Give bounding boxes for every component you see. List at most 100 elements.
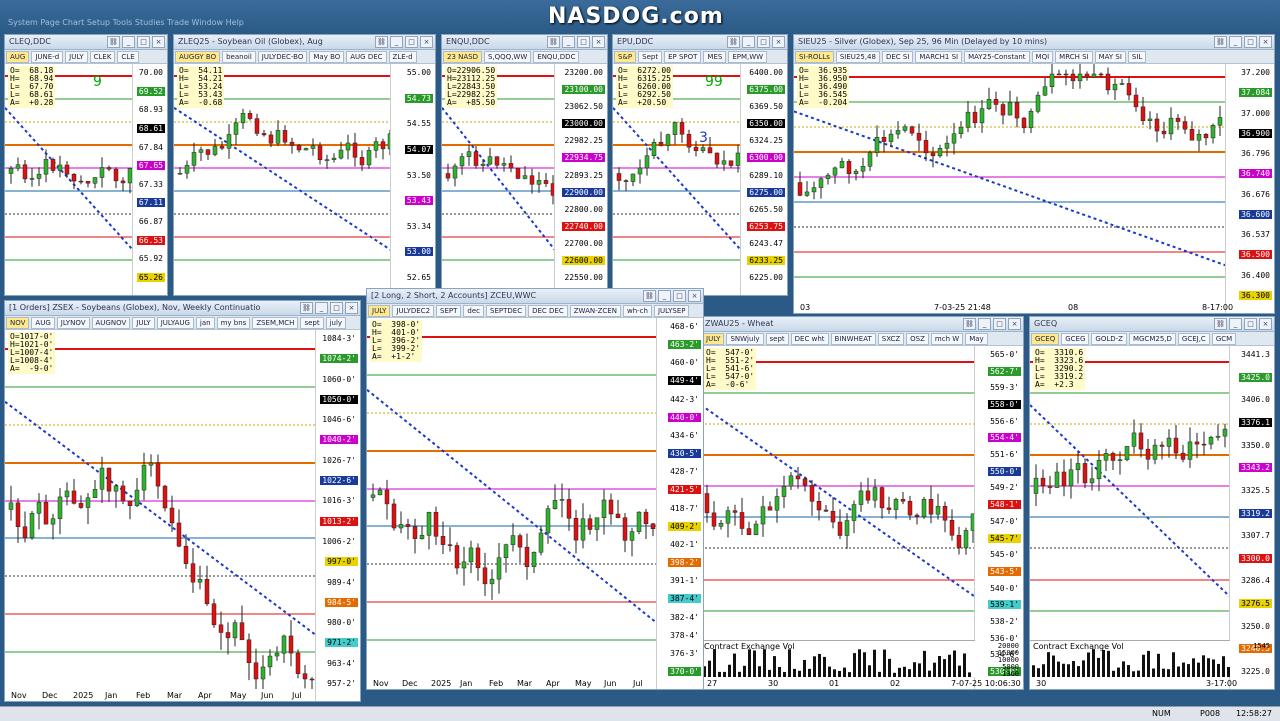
symbol-tab[interactable]: MRCH SI [1055,51,1093,63]
symbol-tab[interactable]: dec [463,305,485,317]
maximize-button[interactable]: □ [993,318,1006,330]
link-icon[interactable]: ⛓ [727,36,740,48]
symbol-tab[interactable]: JULYSEP [653,305,690,317]
price-chart[interactable]: O=1017-0' H=1021-0' L=1007-4' L=1008-4' … [5,330,360,701]
close-button[interactable]: × [772,36,785,48]
symbol-tab[interactable]: JULY [65,51,88,63]
symbol-tab[interactable]: S,QQQ,WW [484,51,532,63]
symbol-tab[interactable]: MQI [1031,51,1054,63]
maximize-button[interactable]: □ [673,290,686,302]
symbol-tab[interactable]: ZSEM,MCH [252,317,299,329]
symbol-tab[interactable]: JULYDEC-BO [257,51,308,63]
minimize-button[interactable]: _ [978,318,991,330]
symbol-tab[interactable]: EPM,WW [728,51,768,63]
symbol-tab[interactable]: MAY SI [1094,51,1126,63]
symbol-tab[interactable]: my bns [216,317,251,329]
minimize-button[interactable]: _ [390,36,403,48]
symbol-tab[interactable]: beanoil [222,51,256,63]
symbol-tab[interactable]: CLE [117,51,139,63]
link-icon[interactable]: ⛓ [963,318,976,330]
close-button[interactable]: × [688,290,701,302]
symbol-tab[interactable]: jan [195,317,215,329]
price-axis[interactable]: 468-6' 463-2' 460-0' 449-4' 442-3' 440-0' 434-… [656,318,703,689]
link-icon[interactable]: ⛓ [547,36,560,48]
candlestick-plot[interactable] [5,330,316,689]
symbol-tab[interactable]: MES [703,51,727,63]
chart-window-zleq[interactable]: ZLEQ25 - Soybean Oil (Globex), Aug ⛓ _ □ × AU… [173,34,436,296]
symbol-tab[interactable]: SIEU25,48 [835,51,880,63]
symbol-tab[interactable]: JUNE-d [31,51,64,63]
minimize-button[interactable]: _ [315,302,328,314]
chart-window-sieu[interactable]: SIEU25 - Silver (Globex), Sep 25, 96 Min… [793,34,1275,314]
close-button[interactable]: × [152,36,165,48]
symbol-tab[interactable]: SI-ROLLs [795,51,834,63]
window-title-bar[interactable]: CLEQ,DDC ⛓ _ □ × [5,35,167,50]
symbol-tab[interactable]: CLEK [89,51,116,63]
symbol-tab[interactable]: DEC DEC [528,305,568,317]
chart-window-cleq[interactable]: CLEQ,DDC ⛓ _ □ × AUG JUNE-d JULY CLEK CLE O= 68.18… [4,34,168,296]
minimize-button[interactable]: _ [658,290,671,302]
price-chart[interactable]: O= 398-0' H= 401-0' L= 396-2' L= 399-2' … [367,318,703,689]
symbol-tab[interactable]: BINWHEAT [830,333,876,345]
symbol-tab[interactable]: DEC wht [790,333,829,345]
link-icon[interactable]: ⛓ [1214,36,1227,48]
app-menu[interactable]: System Page Chart Setup Tools Studies Tr… [8,18,244,27]
price-axis[interactable]: 3441.3 3425.0 3406.0 3376.1 3350.0 3343.2 3325… [1229,346,1274,689]
close-button[interactable]: × [592,36,605,48]
price-axis[interactable]: 37.200 37.084 37.000 36.900 36.796 36.740 36.6… [1225,64,1274,313]
window-title-bar[interactable]: [1 Orders] ZSEX - Soybeans (Globex), Nov… [5,301,360,316]
symbol-tab[interactable]: JULY [702,333,725,345]
symbol-tab[interactable]: MGCM25,D [1128,333,1176,345]
symbol-tab[interactable]: S&P [614,51,637,63]
price-axis[interactable]: 55.00 54.73 54.55 54.07 53.50 53.43 53.34 53.00… [390,64,435,295]
symbol-tab[interactable]: DEC SI [881,51,914,63]
price-axis[interactable]: 23200.00 23100.00 23062.50 23000.00 22982.25… [554,64,607,295]
symbol-tab[interactable]: JULYDEC2 [392,305,435,317]
price-axis[interactable]: 1084-3' 1074-2' 1060-0' 1050-0' 1046-6' 1040-… [315,330,360,701]
symbol-tab[interactable]: mch W [930,333,964,345]
minimize-button[interactable]: _ [562,36,575,48]
symbol-tab[interactable]: GCEG [1061,333,1090,345]
symbol-tab[interactable]: SXCZ [877,333,905,345]
price-axis[interactable]: 70.00 69.52 68.93 68.61 67.84 67.65 67.33 67.11… [132,64,167,295]
chart-window-gceq[interactable]: GCEQ ⛓ _ □ × GCEQ GCEG GOLD-Z MGCM25,D GCEJ,C GCM O… [1029,316,1275,690]
symbol-tab[interactable]: wh-ch [622,305,652,317]
symbol-tab[interactable]: MARCH1 SI [915,51,963,63]
symbol-tab[interactable]: ZWAN-ZCEN [569,305,621,317]
symbol-tab[interactable]: SNWjuly [726,333,764,345]
window-title-bar[interactable]: ZWAU25 - Wheat ⛓ _ □ × [701,317,1023,332]
symbol-tab[interactable]: GCM [1211,333,1237,345]
chart-window-zceu[interactable]: [2 Long, 2 Short, 2 Accounts] ZCEU,WWC ⛓ _… [366,288,704,690]
symbol-tab[interactable]: JLYNOV [56,317,90,329]
price-chart[interactable]: O= 36.935 H= 36.950 L= 36.490 L= 36.545 … [794,64,1274,313]
minimize-button[interactable]: _ [1229,318,1242,330]
minimize-button[interactable]: _ [122,36,135,48]
candlestick-plot[interactable] [701,346,975,641]
symbol-tab[interactable]: OSZ [906,333,929,345]
symbol-tab[interactable]: GCEJ,C [1177,333,1210,345]
close-button[interactable]: × [1259,36,1272,48]
maximize-button[interactable]: □ [1244,36,1257,48]
maximize-button[interactable]: □ [577,36,590,48]
candlestick-plot[interactable] [367,318,657,677]
maximize-button[interactable]: □ [757,36,770,48]
minimize-button[interactable]: _ [742,36,755,48]
window-title-bar[interactable]: SIEU25 - Silver (Globex), Sep 25, 96 Min… [794,35,1274,50]
symbol-tab[interactable]: JULYAUG [156,317,194,329]
symbol-tab[interactable]: AUG [31,317,55,329]
maximize-button[interactable]: □ [1244,318,1257,330]
price-axis[interactable]: 565-0' 562-7' 559-3' 558-0' 556-6' 554-4' 551-… [974,346,1023,689]
symbol-tab[interactable]: MAY25-Constant [964,51,1030,63]
price-chart[interactable]: O= 54.11 H= 54.21 L= 53.24 L= 53.43 A= -… [174,64,435,295]
price-axis[interactable]: 6400.00 6375.00 6369.50 6350.00 6324.25 6300.… [740,64,787,295]
price-chart[interactable]: O= 68.18 H= 68.94 L= 67.70 L= 68.61 A= +… [5,64,167,295]
symbol-tab[interactable]: ENQU,DDC [533,51,580,63]
link-icon[interactable]: ⛓ [375,36,388,48]
symbol-tab[interactable]: july [325,317,347,329]
maximize-button[interactable]: □ [405,36,418,48]
candlestick-plot[interactable] [794,64,1226,301]
symbol-tab[interactable]: sept [765,333,789,345]
close-button[interactable]: × [420,36,433,48]
window-title-bar[interactable]: ENQU,DDC ⛓ _ □ × [442,35,607,50]
maximize-button[interactable]: □ [330,302,343,314]
